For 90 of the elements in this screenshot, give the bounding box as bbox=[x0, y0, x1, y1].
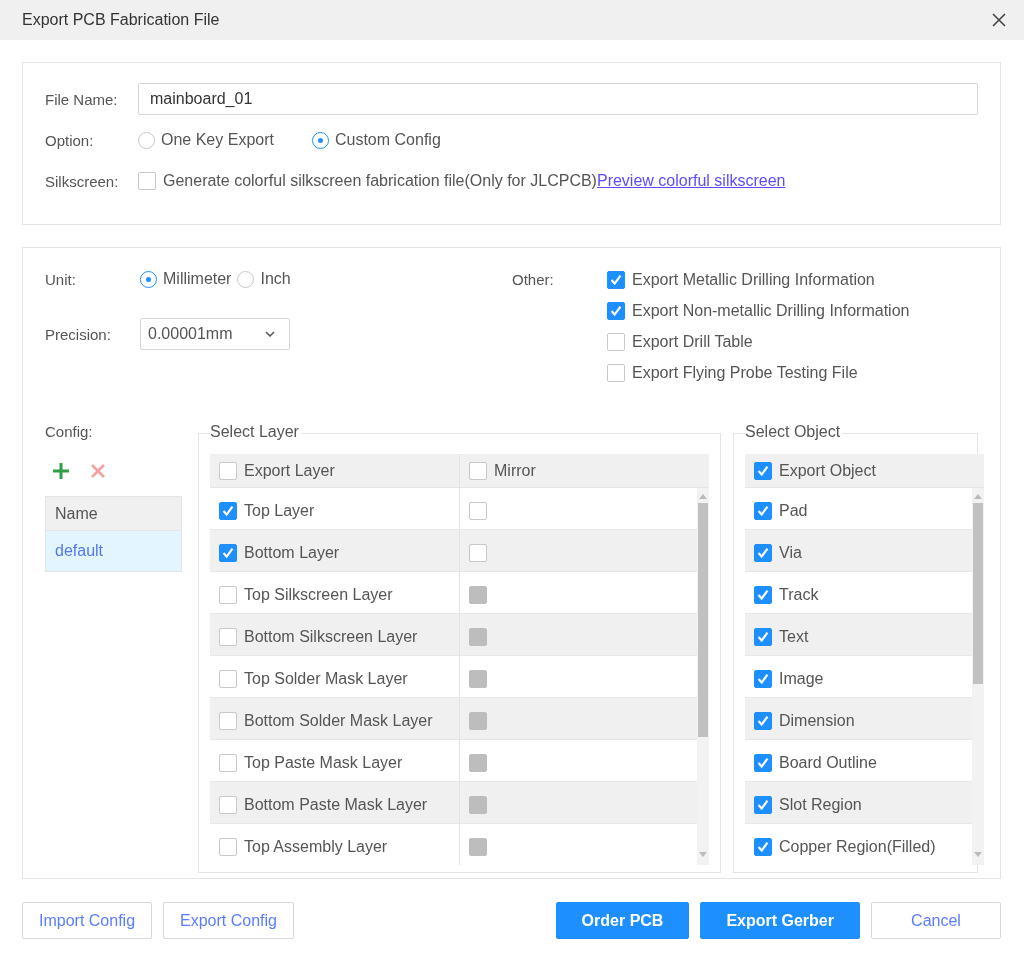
config-list-item[interactable]: default bbox=[46, 531, 181, 571]
layer-name: Top Silkscreen Layer bbox=[244, 585, 393, 604]
field-label: Unit: bbox=[45, 270, 77, 288]
action-button[interactable]: Cancel bbox=[871, 902, 1001, 939]
object-name: Pad bbox=[779, 501, 808, 520]
precision-dropdown[interactable]: 0.00001mm bbox=[140, 318, 290, 350]
checkbox[interactable] bbox=[219, 669, 237, 688]
column-header: Name bbox=[46, 497, 181, 531]
field-label: Precision: bbox=[45, 325, 112, 343]
file-name-field[interactable]: mainboard_01 bbox=[138, 83, 978, 115]
radio-button[interactable] bbox=[140, 270, 157, 288]
field-label: Config: bbox=[45, 423, 94, 440]
object-name: Image bbox=[779, 669, 824, 688]
checkbox[interactable] bbox=[607, 332, 625, 351]
config-button[interactable]: Import Config bbox=[22, 902, 153, 939]
checkbox[interactable] bbox=[754, 795, 772, 814]
checkbox[interactable] bbox=[754, 627, 772, 646]
checkbox[interactable] bbox=[754, 543, 772, 562]
checkbox[interactable] bbox=[607, 301, 625, 320]
checkbox[interactable] bbox=[219, 585, 237, 604]
group-title: Select Layer bbox=[210, 423, 301, 441]
object-name: Dimension bbox=[779, 711, 855, 730]
field-label: File Name: bbox=[45, 90, 119, 108]
field-label: Other: bbox=[512, 270, 555, 290]
group-title: Select Object bbox=[745, 423, 843, 441]
object-name: Copper Region(Filled) bbox=[779, 837, 936, 856]
window-title: Export PCB Fabrication File bbox=[22, 11, 220, 29]
layer-name: Top Paste Mask Layer bbox=[244, 753, 403, 772]
checkbox[interactable] bbox=[607, 363, 625, 382]
field-label: Option: bbox=[45, 131, 95, 149]
chevron-down-icon bbox=[265, 331, 275, 337]
radio-label[interactable]: One Key Export bbox=[161, 131, 274, 149]
radio-label[interactable]: Custom Config bbox=[334, 131, 441, 149]
checkbox[interactable] bbox=[754, 837, 772, 856]
layer-name: Bottom Layer bbox=[244, 543, 340, 562]
checkbox[interactable] bbox=[219, 753, 237, 772]
checkbox-label[interactable]: Export Flying Probe Testing File bbox=[632, 363, 858, 382]
scroll-up-icon[interactable] bbox=[974, 494, 982, 499]
checkbox[interactable] bbox=[219, 543, 237, 562]
preview-link[interactable]: Preview colorful silkscreen bbox=[596, 172, 786, 190]
object-name: Board Outline bbox=[779, 753, 877, 772]
checkbox-label[interactable]: Generate colorful silkscreen fabrication file(Only for JLCPCB) bbox=[163, 172, 597, 190]
checkbox-label[interactable]: Export Drill Table bbox=[632, 332, 753, 351]
checkbox[interactable] bbox=[219, 711, 237, 730]
scroll-down-icon[interactable] bbox=[699, 852, 707, 857]
checkbox[interactable] bbox=[607, 270, 625, 289]
scroll-up-icon[interactable] bbox=[699, 494, 707, 499]
checkbox-label[interactable]: Export Metallic Drilling Information bbox=[632, 270, 875, 289]
layer-name: Top Layer bbox=[244, 501, 315, 520]
checkbox[interactable] bbox=[219, 795, 237, 814]
checkbox[interactable] bbox=[469, 543, 487, 562]
layer-name: Bottom Silkscreen Layer bbox=[244, 627, 418, 646]
checkbox[interactable] bbox=[219, 837, 237, 856]
radio-button[interactable] bbox=[311, 131, 329, 149]
checkbox[interactable] bbox=[754, 501, 772, 520]
radio-label[interactable]: Inch bbox=[260, 270, 291, 288]
scrollbar[interactable] bbox=[972, 488, 984, 865]
radio-button[interactable] bbox=[138, 131, 155, 149]
checkbox[interactable] bbox=[754, 753, 772, 772]
checkbox[interactable] bbox=[754, 461, 772, 480]
checkbox-label[interactable]: Export Non-metallic Drilling Information bbox=[632, 301, 910, 320]
object-name: Via bbox=[779, 543, 802, 562]
radio-button[interactable] bbox=[237, 270, 255, 288]
checkbox[interactable] bbox=[469, 501, 487, 520]
checkbox[interactable] bbox=[754, 711, 772, 730]
header-label: Export Layer bbox=[244, 461, 335, 480]
scrollbar[interactable] bbox=[697, 488, 709, 865]
header-label: Mirror bbox=[494, 461, 536, 480]
checkbox[interactable] bbox=[138, 172, 156, 190]
layer-name: Bottom Solder Mask Layer bbox=[244, 711, 433, 730]
object-name: Slot Region bbox=[779, 795, 862, 814]
checkbox[interactable] bbox=[469, 461, 487, 480]
layer-name: Top Solder Mask Layer bbox=[244, 669, 408, 688]
radio-label[interactable]: Millimeter bbox=[163, 270, 232, 288]
close-icon[interactable] bbox=[992, 13, 1006, 27]
config-button[interactable]: Export Config bbox=[163, 902, 294, 939]
checkbox[interactable] bbox=[219, 627, 237, 646]
field-label: Silkscreen: bbox=[45, 172, 120, 190]
layer-name: Bottom Paste Mask Layer bbox=[244, 795, 428, 814]
checkbox[interactable] bbox=[754, 669, 772, 688]
scroll-down-icon[interactable] bbox=[974, 852, 982, 857]
checkbox[interactable] bbox=[219, 461, 237, 480]
add-icon[interactable] bbox=[52, 462, 70, 480]
checkbox[interactable] bbox=[754, 585, 772, 604]
header-label: Export Object bbox=[779, 461, 876, 480]
layer-name: Top Assembly Layer bbox=[244, 837, 388, 856]
object-name: Text bbox=[779, 627, 809, 646]
object-name: Track bbox=[779, 585, 819, 604]
checkbox[interactable] bbox=[219, 501, 237, 520]
delete-icon[interactable] bbox=[90, 463, 106, 479]
